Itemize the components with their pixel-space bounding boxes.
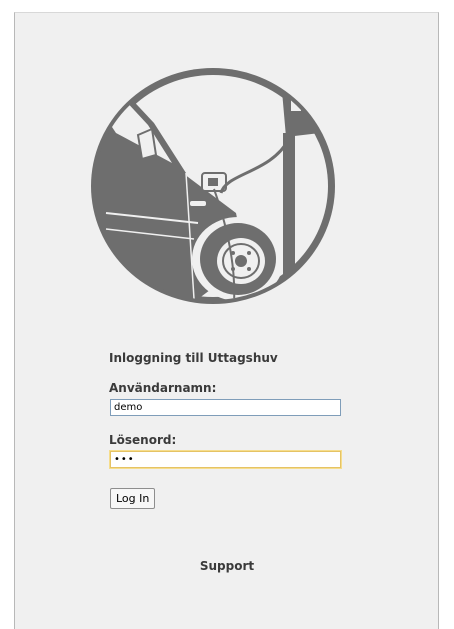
login-button[interactable]: Log In [110,488,156,509]
password-input[interactable] [110,451,341,468]
support-link[interactable]: Support [0,559,454,573]
password-label: Lösenord: [109,433,177,447]
username-input[interactable] [110,399,341,416]
username-label: Användarnamn: [109,381,217,395]
electric-car-charging-logo-icon [91,68,335,304]
login-heading: Inloggning till Uttagshuv [109,351,278,365]
